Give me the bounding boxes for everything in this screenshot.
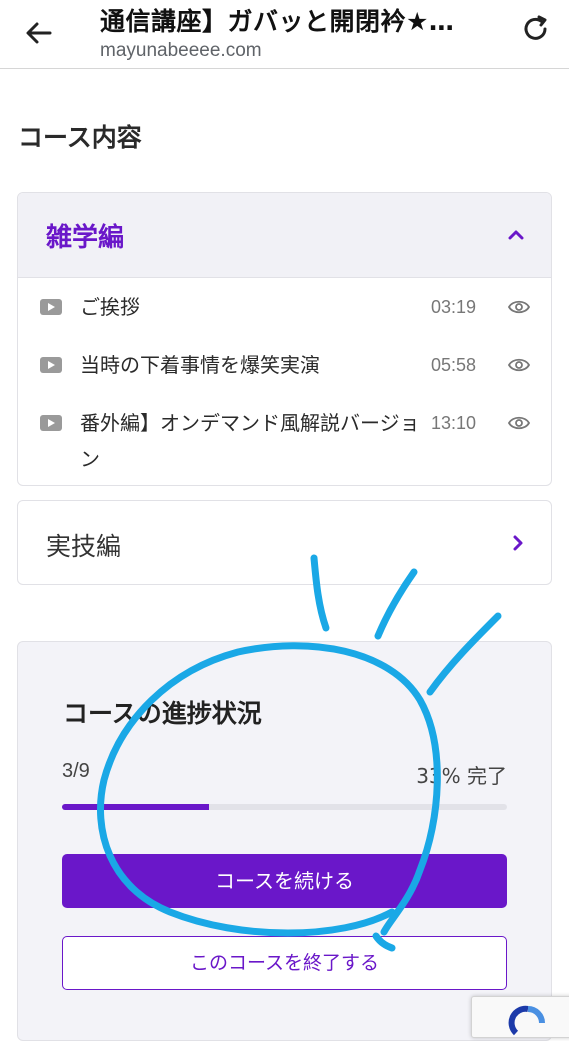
lesson-title: ご挨拶 bbox=[80, 295, 140, 319]
lesson-item[interactable]: 番外編】オンデマンド風解説バージョン 13:10 bbox=[18, 405, 551, 477]
play-icon bbox=[40, 299, 62, 315]
lesson-title: 当時の下着事情を爆笑実演 bbox=[80, 353, 320, 377]
chevron-right-icon bbox=[513, 535, 523, 551]
finish-course-button[interactable]: このコースを終了する bbox=[62, 936, 507, 990]
section-jitsugi[interactable]: 実技編 bbox=[17, 500, 552, 585]
section-title: 実技編 bbox=[46, 532, 122, 561]
eye-icon[interactable] bbox=[508, 415, 530, 431]
progress-bar-fill bbox=[62, 804, 209, 810]
play-icon bbox=[40, 415, 62, 431]
eye-icon[interactable] bbox=[508, 299, 530, 315]
continue-course-button[interactable]: コースを続ける bbox=[62, 854, 507, 908]
recaptcha-badge[interactable] bbox=[471, 996, 569, 1038]
section-title: 雑学編 bbox=[46, 223, 125, 253]
eye-icon[interactable] bbox=[508, 357, 530, 373]
course-progress-card: コースの進捗状況 3/9 33% 完了 コースを続ける このコースを終了する bbox=[17, 641, 552, 1041]
lesson-item[interactable]: ご挨拶 03:19 bbox=[18, 289, 551, 325]
browser-top-bar: 通信講座】ガバッと開閉衿★… mayunabeeee.com bbox=[0, 0, 569, 69]
play-icon bbox=[40, 357, 62, 373]
progress-bar bbox=[62, 804, 507, 810]
progress-percent: 33% 完了 bbox=[416, 764, 507, 788]
lesson-duration: 03:19 bbox=[431, 297, 477, 317]
chevron-up-icon bbox=[508, 230, 524, 240]
page-url: mayunabeeee.com bbox=[100, 40, 262, 61]
arrow-left-icon[interactable] bbox=[22, 16, 56, 50]
lesson-duration: 13:10 bbox=[431, 413, 477, 433]
recaptcha-icon bbox=[508, 1005, 545, 1036]
progress-count: 3/9 bbox=[62, 760, 90, 782]
section-header[interactable]: 雑学編 bbox=[18, 193, 551, 278]
page-title: 通信講座】ガバッと開閉衿★… bbox=[100, 7, 455, 36]
lesson-duration: 05:58 bbox=[431, 355, 477, 375]
course-content-heading: コース内容 bbox=[18, 123, 142, 152]
progress-title: コースの進捗状況 bbox=[63, 699, 262, 728]
lesson-title: 番外編】オンデマンド風解説バージョン bbox=[80, 411, 420, 471]
lesson-item[interactable]: 当時の下着事情を爆笑実演 05:58 bbox=[18, 347, 551, 383]
reload-icon[interactable] bbox=[518, 12, 554, 48]
section-zatsugaku: 雑学編 ご挨拶 03:19 当時の下着事情を爆笑実演 05:58 番外編】オンデ… bbox=[17, 192, 552, 486]
